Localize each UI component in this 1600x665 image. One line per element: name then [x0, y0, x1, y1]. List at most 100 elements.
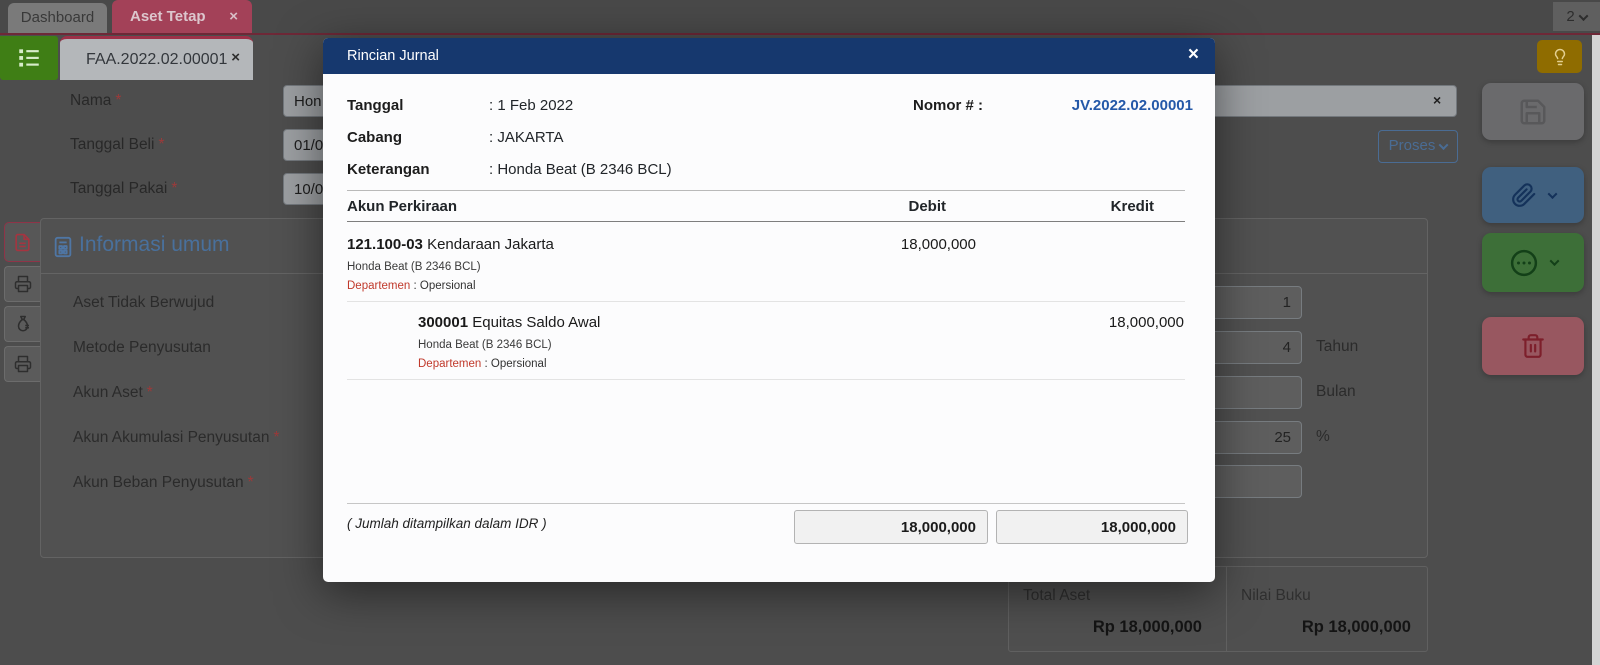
tab-informasi-umum[interactable] [4, 222, 40, 262]
tanggal-beli-label: Tanggal Beli * [70, 136, 165, 154]
keterangan-value: : Honda Beat (B 2346 BCL) [489, 161, 672, 178]
paperclip-icon [1511, 182, 1537, 208]
row-departemen: Departemen : Opersional [418, 358, 547, 370]
modal-title: Rincian Jurnal [347, 48, 439, 64]
field-label: Akun Akumulasi Penyusutan [73, 429, 270, 446]
field-label: Akun Aset [73, 384, 143, 401]
nomor-label: Nomor # : [912, 97, 983, 114]
keterangan-label: Keterangan [347, 161, 430, 178]
tab-nilai[interactable] [4, 306, 40, 342]
col-debit: Debit [908, 198, 947, 215]
required-asterisk: * [247, 474, 254, 491]
departemen-value: : Opersional [481, 358, 547, 370]
delete-button[interactable] [1482, 317, 1584, 375]
nomor-value-link[interactable]: JV.2022.02.00001 [1072, 97, 1193, 114]
menu-list-button[interactable] [0, 36, 58, 80]
save-icon [1518, 97, 1548, 127]
table-row-account: 121.100-03 Kendaraan Jakarta [347, 236, 554, 253]
tanggal-label: Tanggal [347, 97, 404, 114]
proses-label: Proses [1388, 137, 1436, 154]
tanggal-pakai-label: Tanggal Pakai * [70, 180, 177, 198]
departemen-value: : Opersional [410, 280, 476, 292]
proses-button[interactable]: Proses [1378, 130, 1458, 163]
panel-title: Informasi umum [79, 233, 230, 256]
total-kredit-box [996, 510, 1188, 544]
cabang-label: Cabang [347, 129, 403, 146]
close-icon[interactable]: × [231, 37, 240, 78]
clear-input-icon[interactable]: × [1433, 92, 1441, 108]
tab-dashboard[interactable]: Dashboard [8, 3, 107, 33]
account-name: Equitas Saldo Awal [468, 314, 601, 331]
journal-table-header: Akun Perkiraan Debit Kredit [347, 190, 1185, 222]
field-label: Metode Penyusutan [73, 339, 211, 356]
required-asterisk: * [171, 180, 178, 197]
row-separator [347, 379, 1185, 380]
required-asterisk: * [158, 136, 165, 153]
row-separator [347, 301, 1185, 302]
required-asterisk: * [146, 384, 153, 401]
footer-separator [347, 503, 1185, 504]
total-debit-box [794, 510, 988, 544]
modal-header: Rincian Jurnal × [323, 38, 1215, 74]
circle-ellipsis-icon [1509, 248, 1539, 278]
close-icon[interactable]: × [1188, 38, 1199, 72]
field-aset-tidak-berwujud: Aset Tidak Berwujud [73, 294, 218, 312]
money-bag-icon [14, 315, 32, 333]
summary-divider [1226, 567, 1227, 651]
departemen-label: Departemen [347, 280, 411, 292]
field-label: Akun Beban Penyusutan [73, 474, 244, 491]
row-departemen: Departemen : Opersional [347, 280, 476, 292]
list-icon [16, 45, 42, 71]
unit-tahun: Tahun [1316, 338, 1359, 355]
account-code: 121.100-03 [347, 236, 423, 253]
departemen-label: Departemen [418, 358, 482, 370]
account-name: Kendaraan Jakarta [422, 236, 554, 253]
cabang-value: : JAKARTA [489, 129, 564, 146]
row-memo: Honda Beat (B 2346 BCL) [347, 261, 481, 273]
unit-bulan: Bulan [1316, 383, 1356, 400]
lightbulb-icon [1551, 48, 1569, 66]
chevron-down-icon [1549, 256, 1559, 267]
field-metode-penyusutan: Metode Penyusutan [73, 339, 215, 357]
scrollbar[interactable] [1592, 35, 1600, 665]
tanggal-value: : 1 Feb 2022 [489, 97, 574, 114]
label-text: Tanggal Beli [70, 136, 155, 153]
chevron-down-icon [1578, 11, 1589, 22]
field-akun-akumulasi: Akun Akumulasi Penyusutan * [73, 429, 280, 447]
total-aset-label: Total Aset [1023, 587, 1091, 604]
tab-dashboard-label: Dashboard [20, 9, 95, 26]
tab-aset-tetap-label: Aset Tetap [130, 8, 206, 25]
row-memo: Honda Beat (B 2346 BCL) [418, 339, 552, 351]
printer-icon [14, 275, 32, 293]
currency-note: ( Jumlah ditampilkan dalam IDR ) [347, 516, 547, 531]
label-text: Nama [70, 92, 112, 109]
more-actions-button[interactable] [1482, 233, 1584, 292]
rincian-jurnal-modal: Rincian Jurnal × Tanggal : 1 Feb 2022 No… [323, 38, 1215, 582]
more-tabs-count: 2 [1566, 8, 1575, 25]
document-lines-icon [13, 233, 32, 252]
document-tab[interactable]: FAA.2022.02.00001 × [60, 36, 253, 80]
more-tabs-dropdown[interactable]: 2 [1553, 2, 1600, 31]
field-label: Aset Tidak Berwujud [73, 294, 215, 311]
label-text: Tanggal Pakai [70, 180, 168, 197]
printer-icon [14, 355, 32, 373]
tab-penyusutan[interactable] [4, 266, 40, 302]
hint-button[interactable] [1537, 40, 1582, 73]
close-icon[interactable]: × [229, 0, 238, 33]
required-asterisk: * [115, 92, 122, 109]
tab-cetak[interactable] [4, 346, 40, 382]
chevron-down-icon [1438, 140, 1449, 151]
field-akun-beban: Akun Beban Penyusutan * [73, 474, 254, 492]
save-button[interactable] [1482, 83, 1584, 140]
debit-amount: 18,000,000 [900, 236, 976, 253]
nilai-buku-label: Nilai Buku [1241, 587, 1311, 604]
kredit-amount: 18,000,000 [1108, 314, 1184, 331]
chevron-down-icon [1547, 188, 1557, 199]
required-asterisk: * [273, 429, 280, 446]
journal-icon [52, 236, 74, 258]
attachment-button[interactable] [1482, 167, 1584, 223]
col-akun-perkiraan: Akun Perkiraan [347, 198, 458, 215]
total-aset-value: Rp 18,000,000 [1092, 618, 1202, 636]
account-code: 300001 [418, 314, 469, 331]
tab-aset-tetap[interactable]: Aset Tetap × [112, 0, 252, 33]
